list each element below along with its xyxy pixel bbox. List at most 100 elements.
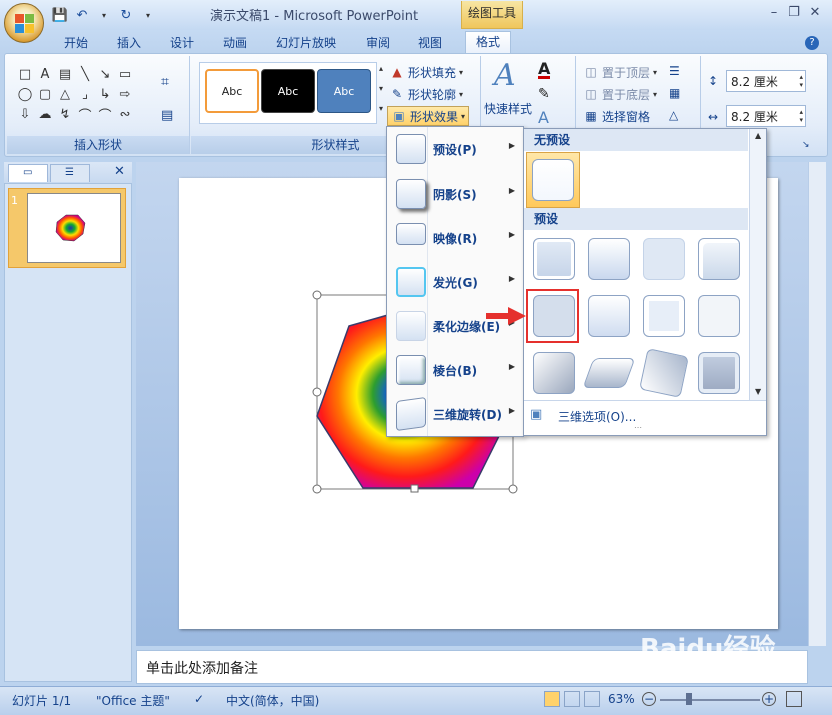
vertical-text-shape-icon[interactable]: ▤	[55, 64, 75, 84]
arc-shape-icon[interactable]: ⌒	[95, 104, 115, 124]
rounded-rect-shape-icon[interactable]: ▢	[35, 84, 55, 104]
spellcheck-icon[interactable]: ✓	[194, 692, 204, 706]
send-to-back-button[interactable]: ◫ 置于底层 ▾	[583, 84, 657, 104]
quick-styles-icon[interactable]: A	[494, 58, 516, 93]
align-icon[interactable]: ☰	[669, 64, 680, 78]
style-preset-black[interactable]: Abc	[261, 69, 315, 113]
right-arrow-shape-icon[interactable]: ⇨	[115, 84, 135, 104]
selection-pane-button[interactable]: ▦ 选择窗格	[583, 106, 650, 126]
tab-home[interactable]: 开始	[64, 33, 88, 53]
menu-item-preset[interactable]: 预设(P) ▶	[387, 127, 523, 171]
close-button[interactable]: ✕	[801, 3, 829, 23]
slide-thumbnail[interactable]	[27, 193, 121, 263]
preset-8[interactable]	[698, 295, 740, 337]
width-input[interactable]: 8.2 厘米 ▴ ▾	[726, 105, 806, 127]
curve-shape-icon[interactable]: ⌒	[75, 104, 95, 124]
pencil-icon: ✎	[391, 87, 403, 101]
textbox-shape-icon[interactable]: □	[15, 64, 35, 84]
gallery-down-icon[interactable]: ▾	[379, 84, 383, 93]
help-icon[interactable]: ?	[805, 36, 819, 50]
preset-6[interactable]	[588, 295, 630, 337]
tab-animation[interactable]: 动画	[223, 33, 247, 53]
cloud-shape-icon[interactable]: ☁	[35, 104, 55, 124]
oval-shape-icon[interactable]: ◯	[15, 84, 35, 104]
tab-review[interactable]: 审阅	[366, 33, 390, 53]
zoom-slider-thumb[interactable]	[686, 693, 692, 705]
close-panel-icon[interactable]: ✕	[114, 164, 125, 179]
preset-7[interactable]	[643, 295, 685, 337]
scroll-down-icon[interactable]: ▼	[755, 387, 761, 396]
redo-icon[interactable]: ↻	[118, 7, 134, 23]
textbox-icon[interactable]: ▤	[161, 108, 173, 123]
fit-to-window-icon[interactable]	[786, 691, 802, 707]
tab-slideshow[interactable]: 幻灯片放映	[276, 33, 336, 53]
menu-item-bevel[interactable]: 棱台(B) ▶	[387, 348, 523, 392]
preset-9[interactable]	[533, 352, 575, 394]
edit-shape-icon[interactable]: ⌗	[161, 74, 169, 90]
elbow-connector-icon[interactable]: ⌟	[75, 84, 95, 104]
triangle-shape-icon[interactable]: △	[55, 84, 75, 104]
customize-qat-icon[interactable]: ▾	[140, 7, 156, 23]
quick-styles-label[interactable]: 快速样式	[484, 100, 532, 117]
3d-options-row[interactable]: ▣ 三维选项(O)... ⋯	[524, 400, 766, 432]
undo-dropdown-icon[interactable]: ▾	[96, 7, 112, 23]
freeform-shape-icon[interactable]: ∾	[115, 104, 135, 124]
tab-design[interactable]: 设计	[170, 33, 194, 53]
tab-slides[interactable]: ▭	[8, 164, 48, 182]
arrow-line-shape-icon[interactable]: ↘	[95, 64, 115, 84]
scroll-up-icon[interactable]: ▲	[755, 131, 761, 140]
tab-format[interactable]: 格式	[465, 31, 512, 54]
preset-1[interactable]	[533, 238, 575, 280]
width-spinner-icon[interactable]: ▴ ▾	[799, 108, 803, 124]
menu-item-glow[interactable]: 发光(G) ▶	[387, 260, 523, 304]
shape-effects-button[interactable]: ▣ 形状效果 ▾	[387, 106, 470, 126]
preset-4[interactable]	[698, 238, 740, 280]
tab-view[interactable]: 视图	[418, 33, 442, 53]
zoom-in-icon[interactable]: +	[762, 692, 776, 706]
text-outline-icon[interactable]: ✎	[538, 86, 550, 102]
slideshow-view-icon[interactable]	[584, 691, 600, 707]
normal-view-icon[interactable]	[544, 691, 560, 707]
height-spinner-icon[interactable]: ▴ ▾	[799, 73, 803, 89]
preset-3[interactable]	[643, 238, 685, 280]
rectangle-shape-icon[interactable]: ▭	[115, 64, 135, 84]
rotate-icon[interactable]: △	[669, 108, 678, 122]
gallery-more-icon[interactable]: ▾	[379, 104, 383, 113]
group-icon[interactable]: ▦	[669, 86, 680, 100]
menu-item-shadow[interactable]: 阴影(S) ▶	[387, 172, 523, 216]
preset-2[interactable]	[588, 238, 630, 280]
office-button[interactable]	[4, 3, 44, 43]
text-fill-icon[interactable]: A	[538, 61, 551, 79]
elbow-arrow-icon[interactable]: ↳	[95, 84, 115, 104]
shape-fill-button[interactable]: ▲ 形状填充 ▾	[389, 62, 463, 82]
resize-grip-icon[interactable]: ⋯	[634, 423, 642, 432]
tab-insert[interactable]: 插入	[117, 33, 141, 53]
gallery-up-icon[interactable]: ▴	[379, 64, 383, 73]
undo-icon[interactable]: ↶	[74, 7, 90, 23]
height-input[interactable]: 8.2 厘米 ▴ ▾	[726, 70, 806, 92]
tab-outline[interactable]: ☰	[50, 164, 90, 182]
line-shape-icon[interactable]: ╲	[75, 64, 95, 84]
submenu-scrollbar[interactable]: ▲ ▼	[749, 129, 766, 400]
menu-item-reflection[interactable]: 映像(R) ▶	[387, 216, 523, 260]
zoom-slider[interactable]	[660, 699, 760, 701]
no-preset-option[interactable]	[532, 159, 574, 201]
style-preset-orange[interactable]: Abc	[205, 69, 259, 113]
preset-12[interactable]	[698, 352, 740, 394]
zoom-level[interactable]: 63%	[608, 692, 635, 706]
style-preset-blue[interactable]: Abc	[317, 69, 371, 113]
bring-to-front-button[interactable]: ◫ 置于顶层 ▾	[583, 62, 657, 82]
textbox-a-shape-icon[interactable]: A	[35, 64, 55, 84]
text-effects-icon[interactable]: A	[538, 108, 549, 127]
vertical-scrollbar[interactable]	[808, 162, 826, 646]
zoom-out-icon[interactable]: −	[642, 692, 656, 706]
down-arrow-shape-icon[interactable]: ⇩	[15, 104, 35, 124]
menu-item-3d-rotation[interactable]: 三维旋转(D) ▶	[387, 392, 523, 436]
size-dialog-launcher-icon[interactable]: ↘	[802, 140, 810, 150]
save-icon[interactable]: 💾	[52, 7, 68, 23]
preset-11[interactable]	[639, 348, 689, 398]
slide-sorter-icon[interactable]	[564, 691, 580, 707]
shape-outline-button[interactable]: ✎ 形状轮廓 ▾	[389, 84, 463, 104]
lightning-shape-icon[interactable]: ↯	[55, 104, 75, 124]
notes-placeholder[interactable]: 单击此处添加备注	[146, 658, 258, 678]
